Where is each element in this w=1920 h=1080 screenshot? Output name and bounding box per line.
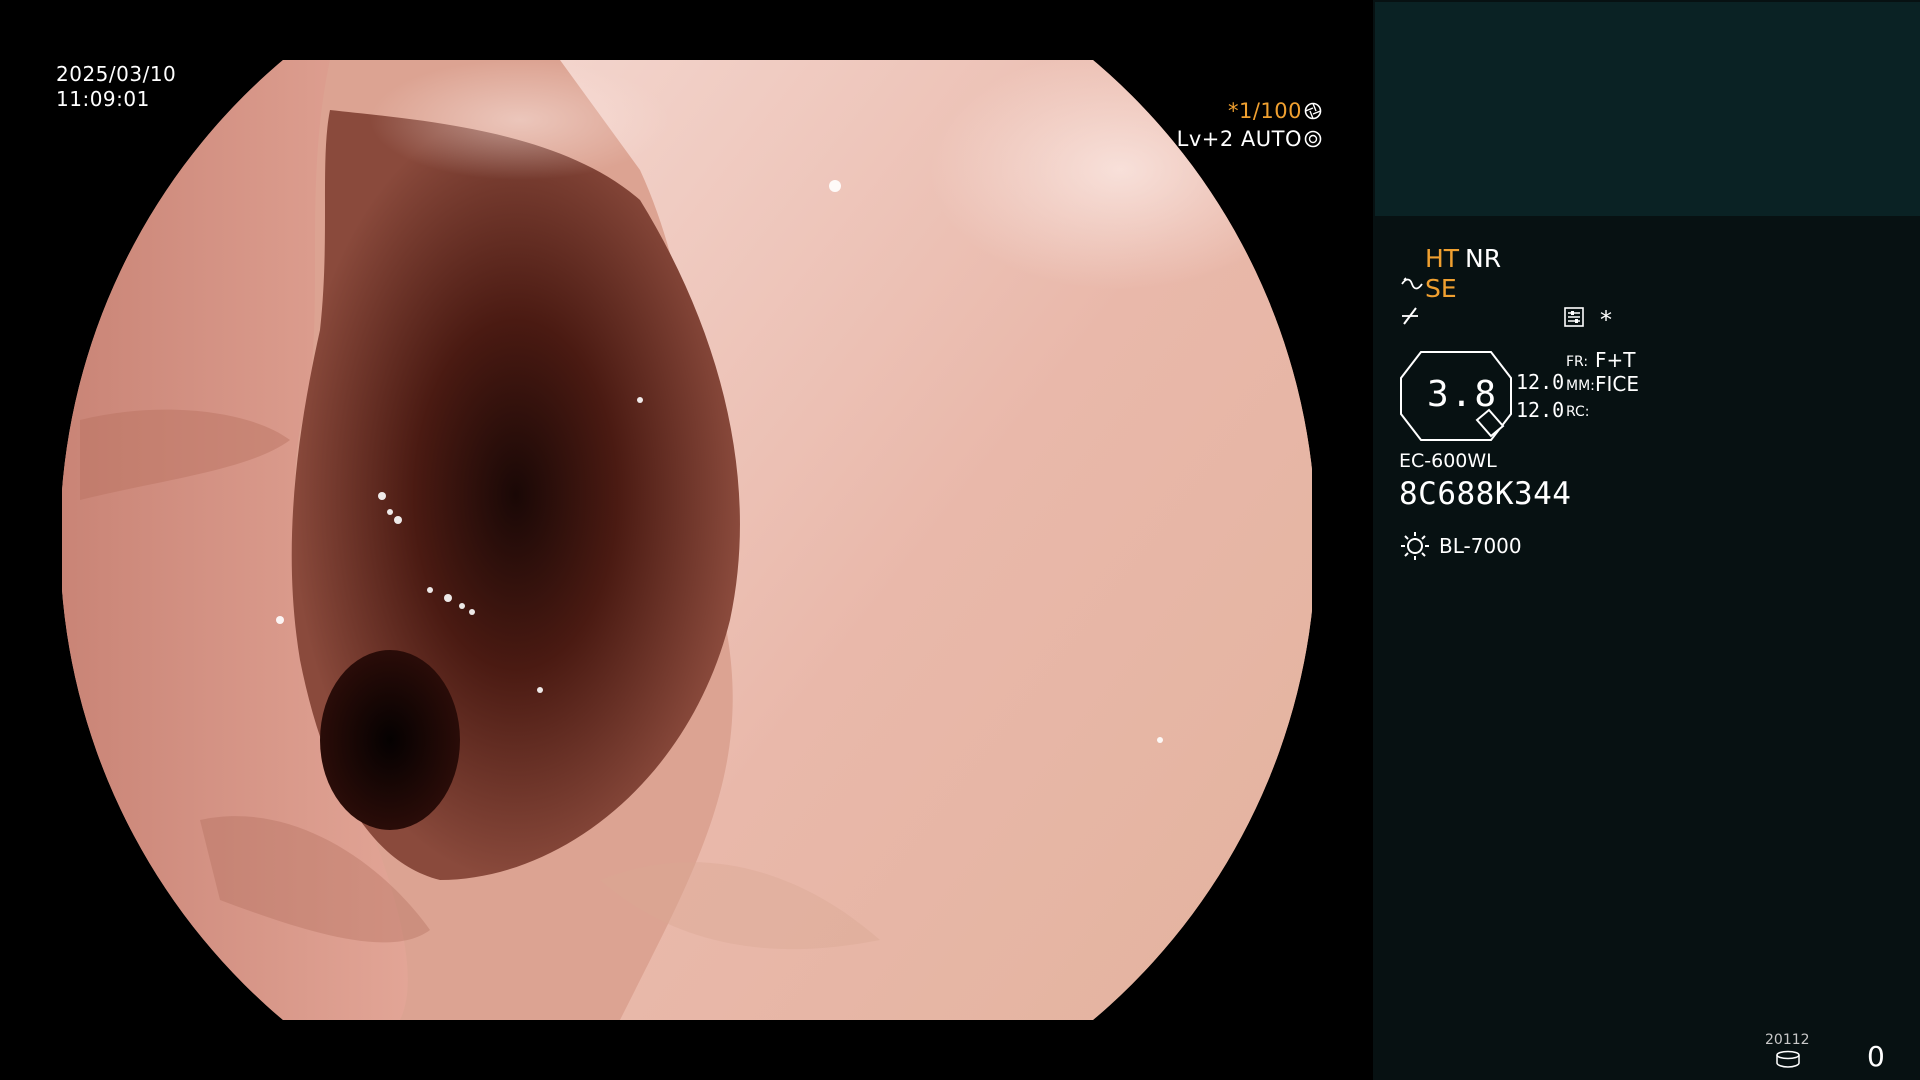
date: 2025/03/10: [56, 62, 177, 86]
image-process-icon: [1563, 306, 1585, 332]
storage-icon: [1776, 1050, 1800, 1068]
mm-value: FICE: [1595, 372, 1640, 396]
slash-icon: [1400, 306, 1422, 332]
footer-count: 0: [1867, 1040, 1885, 1073]
gauge-value: 3.8: [1427, 374, 1499, 415]
mm-label: MM:: [1566, 378, 1595, 394]
light-level-value: Lv+2 AUTO: [1176, 127, 1302, 151]
shutter-speed: *1/100: [1190, 98, 1322, 124]
star-indicator: *: [1600, 306, 1612, 334]
nr-indicator: NR: [1465, 244, 1502, 273]
time: 11:09:01: [56, 87, 150, 111]
value-2: 12.0: [1516, 398, 1565, 422]
preview-area: [1375, 2, 1920, 216]
value-1: 12.0: [1516, 370, 1565, 394]
footer-number: 20112: [1765, 1032, 1810, 1048]
se-indicator: SE: [1425, 274, 1457, 303]
datetime: 2025/03/10 11:09:01: [56, 62, 176, 112]
fr-label: FR:: [1566, 354, 1589, 370]
aperture-icon: [1302, 99, 1322, 123]
light-level: Lv+2 AUTO: [1160, 126, 1322, 152]
scope-model: EC-600WL: [1399, 450, 1497, 472]
ht-indicator: HT: [1425, 244, 1460, 273]
curve-icon: [1400, 276, 1424, 302]
endoscopy-screen: 2025/03/10 11:09:01 *1/100 Lv+2 AUTO HT …: [0, 0, 1920, 1080]
rc-label: RC:: [1566, 404, 1590, 420]
endoscope-image-view: 2025/03/10 11:09:01 *1/100 Lv+2 AUTO: [0, 0, 1373, 1080]
info-panel: HT NR SE * 3.8 12.0 12.0 FR: F+T MM: FIC…: [1373, 0, 1920, 1080]
endoscope-image: [62, 60, 1312, 1020]
shutter-value: *1/100: [1227, 99, 1302, 123]
light-source-model: BL-7000: [1439, 534, 1522, 558]
fr-value: F+T: [1595, 348, 1636, 372]
scope-serial: 8C688K344: [1399, 476, 1572, 512]
sun-icon: [1401, 532, 1429, 560]
iris-icon: [1302, 127, 1322, 151]
